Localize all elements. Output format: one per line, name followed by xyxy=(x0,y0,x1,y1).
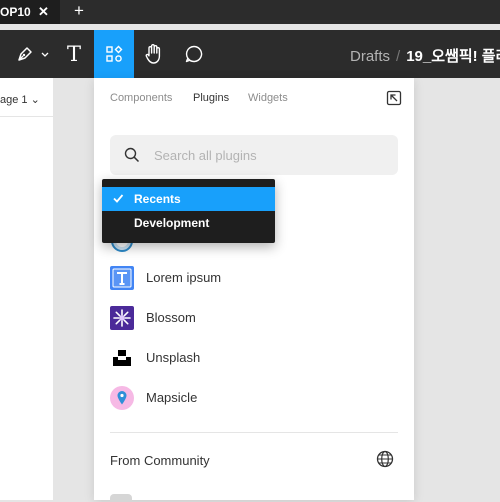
plugin-label: Lorem ipsum xyxy=(146,270,222,285)
plugin-item-blossom[interactable]: Blossom xyxy=(110,298,398,338)
plugin-item-unsplash[interactable]: Unsplash xyxy=(110,338,398,378)
unsplash-icon xyxy=(113,350,131,366)
collapse-icon[interactable] xyxy=(386,90,402,106)
resources-tool-button[interactable] xyxy=(94,30,134,78)
comment-tool-button[interactable] xyxy=(178,30,210,78)
plugin-label: Unsplash xyxy=(146,350,201,365)
pen-tool-button[interactable] xyxy=(13,30,53,78)
plugin-label: Blossom xyxy=(146,310,196,325)
lorem-ipsum-icon xyxy=(110,266,134,290)
file-tab-title: OP10 xyxy=(0,5,31,19)
text-tool-icon: T xyxy=(66,42,81,66)
pen-icon xyxy=(18,47,49,61)
checkmark-icon xyxy=(113,194,124,203)
text-tool-button[interactable]: T xyxy=(57,30,91,78)
menu-item-development[interactable]: Development xyxy=(102,211,275,235)
hand-tool-button[interactable] xyxy=(138,30,170,78)
breadcrumb: Drafts / 19_오쌤픽! 플러 xyxy=(350,45,500,66)
blossom-icon xyxy=(110,306,134,330)
menu-item-recents[interactable]: Recents xyxy=(102,187,275,211)
toolbar: T Drafts / 19_오쌤픽! 플러 xyxy=(0,30,500,78)
hand-icon xyxy=(145,44,161,64)
plugin-icon-peek xyxy=(110,494,132,502)
resources-icon xyxy=(106,45,123,62)
comment-icon xyxy=(185,45,203,63)
mapsicle-icon xyxy=(110,386,134,410)
left-panel-divider xyxy=(0,116,53,117)
menu-item-label: Development xyxy=(134,216,210,230)
globe-icon[interactable] xyxy=(376,450,394,468)
tab-bar: OP10 ✕ + xyxy=(0,0,500,24)
file-tab[interactable]: OP10 ✕ xyxy=(0,0,60,24)
left-panel: age 1 ⌄ xyxy=(0,78,54,500)
plugin-item-lorem-ipsum[interactable]: Lorem ipsum xyxy=(110,258,398,298)
search-input[interactable] xyxy=(154,146,384,164)
search-box[interactable] xyxy=(110,135,398,175)
menu-item-label: Recents xyxy=(134,192,181,206)
new-tab-button[interactable]: + xyxy=(74,1,84,21)
tab-components[interactable]: Components xyxy=(110,92,172,104)
resources-panel: Components Plugins Widgets Lorem ipsum xyxy=(94,78,414,502)
breadcrumb-project[interactable]: Drafts xyxy=(350,48,390,65)
tab-widgets[interactable]: Widgets xyxy=(248,92,288,104)
page-selector[interactable]: age 1 ⌄ xyxy=(0,93,40,106)
breadcrumb-file[interactable]: 19_오쌤픽! 플러 xyxy=(406,48,500,65)
section-divider xyxy=(110,432,398,433)
close-icon[interactable]: ✕ xyxy=(38,4,49,20)
breadcrumb-separator: / xyxy=(396,48,401,65)
plugin-label: Mapsicle xyxy=(146,390,198,405)
tab-plugins[interactable]: Plugins xyxy=(193,92,229,104)
search-icon xyxy=(124,147,140,163)
recents-dropdown-menu: Recents Development xyxy=(102,179,275,243)
plugin-item-mapsicle[interactable]: Mapsicle xyxy=(110,378,398,418)
community-heading: From Community xyxy=(110,453,210,468)
